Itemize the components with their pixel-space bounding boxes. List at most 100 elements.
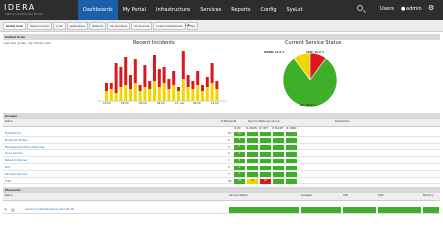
group-row[interactable]: Management Virtual Machines 3 3: [3, 145, 440, 151]
status-cell[interactable]: [273, 165, 284, 171]
status-cell[interactable]: [260, 145, 271, 150]
nav-dashboards[interactable]: Dashboards: [78, 0, 118, 20]
elements-col-disk: Disk: [378, 194, 384, 197]
status-cell[interactable]: [247, 172, 258, 178]
user-menu[interactable]: admin: [406, 6, 422, 12]
group-row[interactable]: Monitored Nodes 6 6: [3, 138, 440, 144]
status-cell[interactable]: [260, 158, 271, 164]
status-cell[interactable]: 2: [234, 158, 245, 164]
elements-col-outages: Outages: [301, 194, 312, 197]
nav-reports[interactable]: Reports: [226, 0, 255, 20]
tab-applications[interactable]: Applications: [66, 22, 89, 30]
status-cell[interactable]: [273, 138, 284, 144]
status-cell[interactable]: [260, 138, 271, 144]
groups-col-name[interactable]: Name: [5, 120, 13, 123]
tab-sli-summary[interactable]: SLI Summary: [107, 22, 131, 30]
status-cell[interactable]: 4: [234, 165, 245, 171]
group-row[interactable]: Total 36 20 10 10: [3, 179, 440, 185]
status-cell[interactable]: [286, 158, 297, 164]
tab-network[interactable]: Network: [89, 22, 107, 30]
incident-bar-crit: [177, 87, 180, 91]
status-cell[interactable]: [286, 145, 297, 150]
incident-bar-warn: [109, 89, 113, 101]
status-cell[interactable]: 7: [234, 172, 245, 178]
group-row[interactable]: Windows Servers 7 7: [3, 172, 440, 178]
status-cell[interactable]: [273, 145, 284, 150]
status-cell[interactable]: 10: [260, 179, 271, 184]
ok-label: OK: 80.0 %: [300, 104, 317, 107]
status-cell[interactable]: [247, 165, 258, 171]
incident-bar-warn: [114, 93, 118, 101]
incident-bar-warn: [177, 91, 180, 101]
status-cell[interactable]: [247, 138, 258, 144]
nav-syslst[interactable]: SysLst: [282, 0, 308, 20]
incident-bar-warn: [162, 83, 166, 101]
nav-services[interactable]: Services: [195, 0, 226, 20]
incident-bar-crit: [162, 67, 166, 83]
group-name[interactable]: Linux Servers: [5, 151, 23, 157]
element-name[interactable]: server1.myinfrastructure (10.0.30.32): [25, 208, 74, 211]
status-cell[interactable]: [260, 151, 271, 157]
group-name[interactable]: Windows Servers: [5, 172, 27, 178]
groups-col-elements[interactable]: # Elements: [221, 120, 236, 123]
tab-all-services[interactable]: All Services: [131, 22, 153, 30]
groups-col-description[interactable]: Description: [335, 120, 350, 123]
status-cell[interactable]: [273, 158, 284, 164]
status-cell[interactable]: 3: [234, 145, 245, 150]
status-cell[interactable]: 10: [247, 179, 258, 184]
group-row[interactable]: Network Devices 2 2: [3, 158, 440, 164]
gear-icon[interactable]: ⚙: [428, 4, 434, 12]
status-cell[interactable]: [286, 151, 297, 157]
status-cell[interactable]: [247, 158, 258, 164]
status-cell[interactable]: [273, 179, 284, 184]
status-cell[interactable]: [273, 151, 284, 157]
status-cell[interactable]: [286, 165, 297, 171]
graph-icon[interactable]: ▤: [11, 207, 15, 212]
edit-icon[interactable]: ✎: [4, 207, 7, 212]
group-name[interactable]: Monitored Nodes: [5, 138, 27, 144]
status-cell[interactable]: [247, 145, 258, 150]
tab-custom-dashboards[interactable]: Custom Dashboards: [153, 22, 186, 30]
incident-bar-warn: [196, 85, 200, 101]
x-tick: 21. Apr: [175, 102, 185, 105]
status-cell[interactable]: 4: [234, 151, 245, 157]
tab-resource-scan[interactable]: Resource Scan: [27, 22, 53, 30]
group-row[interactable]: NLS 4 4: [3, 165, 440, 171]
nav-config[interactable]: Config: [255, 0, 281, 20]
status-cell[interactable]: 6: [234, 138, 245, 144]
status-cell[interactable]: [286, 138, 297, 144]
nav-infrastructure[interactable]: Infrastructure: [151, 0, 195, 20]
incident-bar-crit: [143, 65, 147, 87]
incident-bar-warn: [205, 87, 209, 101]
status-cell[interactable]: [286, 131, 297, 137]
status-cell[interactable]: [286, 179, 297, 184]
status-cell[interactable]: [247, 131, 258, 137]
status-cell[interactable]: [247, 151, 258, 157]
nav-my-portal[interactable]: My Portal: [118, 0, 151, 20]
group-name[interactable]: Total: [5, 179, 11, 185]
group-row[interactable]: Linux Servers 4 4: [3, 151, 440, 158]
group-name[interactable]: Management Virtual Machines: [5, 145, 44, 151]
service-status-pie: [282, 52, 338, 108]
group-element-count: 3: [228, 145, 230, 149]
group-name[interactable]: Network Devices: [5, 158, 27, 164]
group-name[interactable]: MyPlatforms: [5, 131, 21, 137]
status-cell[interactable]: [260, 172, 271, 178]
status-cell[interactable]: 10: [234, 131, 245, 137]
users-link[interactable]: Users: [380, 6, 394, 12]
group-name[interactable]: NLS: [5, 165, 10, 171]
status-cell[interactable]: [260, 165, 271, 171]
tab-more-icon[interactable]: ▸ ▪: [185, 23, 190, 27]
tab-global-scan[interactable]: Global Scan: [3, 22, 27, 30]
tab-slst[interactable]: S Lst: [53, 22, 66, 30]
status-cell[interactable]: [273, 131, 284, 137]
status-cell[interactable]: [286, 172, 297, 178]
search-icon[interactable]: [357, 5, 363, 11]
status-cell[interactable]: [260, 131, 271, 137]
element-row[interactable]: ✎ ▤ server1.myinfrastructure (10.0.30.32…: [3, 206, 440, 214]
status-cell[interactable]: 20: [234, 179, 245, 184]
elements-col-name[interactable]: Name: [5, 194, 13, 197]
group-row[interactable]: MyPlatforms 10 10: [3, 131, 440, 137]
status-cell[interactable]: [273, 172, 284, 178]
group-element-count: 4: [228, 152, 230, 156]
